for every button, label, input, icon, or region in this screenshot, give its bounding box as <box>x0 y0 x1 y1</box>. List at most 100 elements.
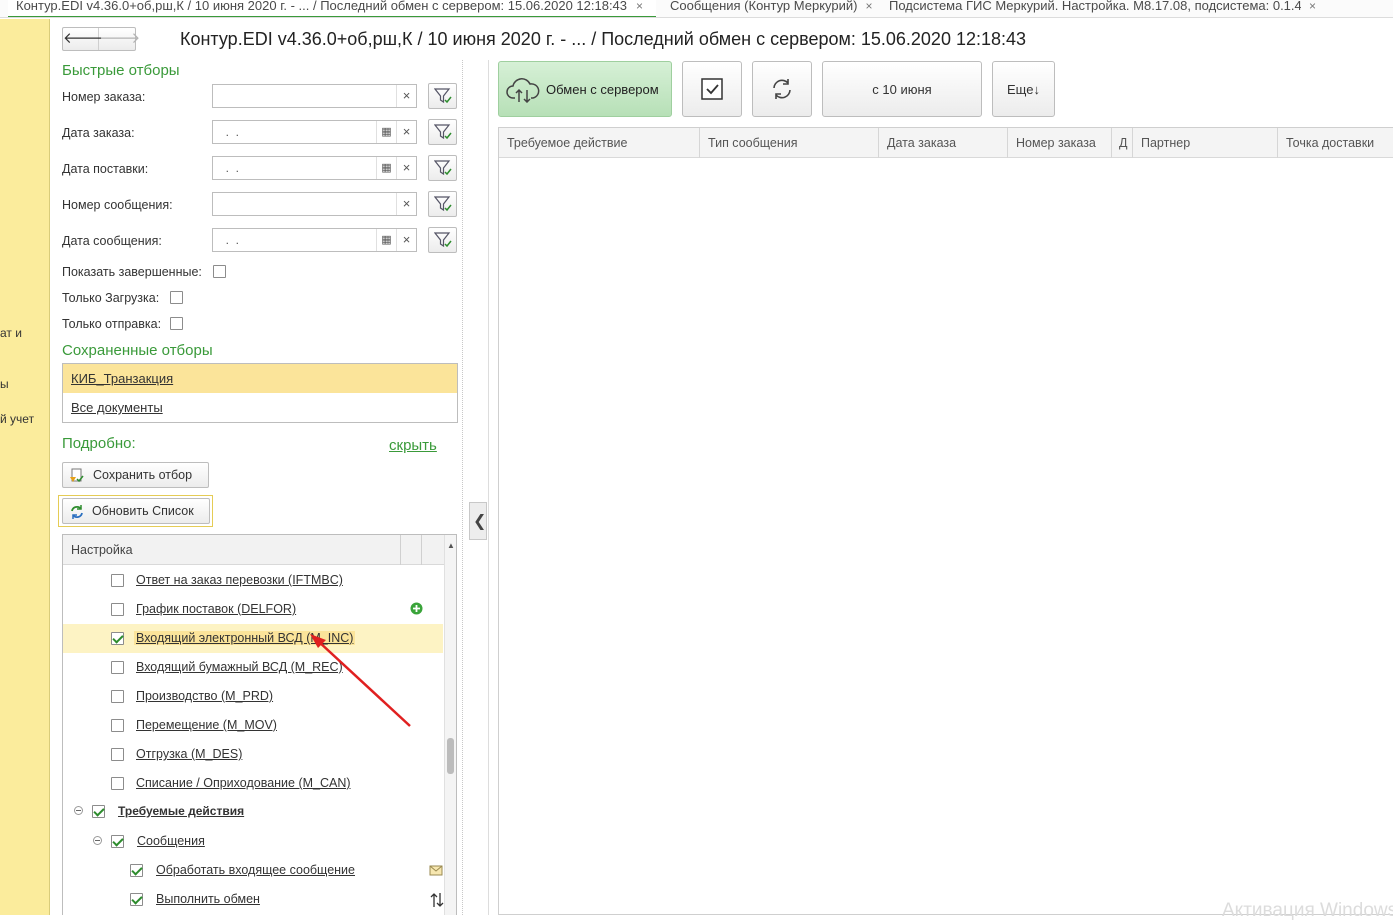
tree-row-checkbox[interactable] <box>111 719 124 732</box>
tree-row-m-mov[interactable]: Перемещение (M_MOV) <box>63 711 443 740</box>
tree-row-checkbox[interactable] <box>111 835 124 848</box>
clear-icon[interactable]: × <box>396 157 416 179</box>
clear-icon[interactable]: × <box>396 229 416 251</box>
tree-row-required-actions[interactable]: Требуемые действия <box>63 797 443 826</box>
scroll-up-icon[interactable]: ▲ <box>447 541 455 550</box>
back-arrow-icon[interactable]: 🡐 <box>63 28 103 50</box>
tree-row-checkbox[interactable] <box>92 805 105 818</box>
tab-gis-mercury[interactable]: Подсистема ГИС Меркурий. Настройка. М8.1… <box>881 0 1326 17</box>
tree-row-checkbox[interactable] <box>130 893 143 906</box>
add-icon[interactable] <box>410 602 423 615</box>
message-date-input[interactable] <box>213 229 376 251</box>
column-header-order-number[interactable]: Номер заказа <box>1008 128 1112 158</box>
saved-filter-item[interactable]: Все документы <box>63 393 457 422</box>
filter-icon <box>434 232 452 248</box>
tree-row-checkbox[interactable] <box>130 864 143 877</box>
calendar-icon[interactable]: ▦ <box>376 229 396 251</box>
order-number-filter-button[interactable] <box>428 83 457 109</box>
message-date-label: Дата сообщения: <box>62 234 162 248</box>
tree-row-checkbox[interactable] <box>111 777 124 790</box>
sidebar-item[interactable]: ат и <box>0 326 22 340</box>
only-load-checkbox[interactable] <box>170 291 183 304</box>
column-header-order-date[interactable]: Дата заказа <box>879 128 1008 158</box>
tree-row-process-incoming[interactable]: Обработать входящее сообщение <box>63 856 443 885</box>
scroll-thumb[interactable] <box>447 738 454 774</box>
tree-row-m-can[interactable]: Списание / Оприходование (M_CAN) <box>63 769 443 798</box>
tree-row-label: Входящий бумажный ВСД (M_REC) <box>136 660 343 674</box>
order-date-field: ▦ × <box>212 120 417 144</box>
tree-row-iftmbc[interactable]: Ответ на заказ перевозки (IFTMBC) <box>63 566 443 595</box>
order-date-filter-button[interactable] <box>428 119 457 145</box>
tree-row-checkbox[interactable] <box>111 661 124 674</box>
collapse-icon[interactable] <box>93 836 102 845</box>
collapse-icon[interactable] <box>74 806 83 815</box>
column-header-delivery-point[interactable]: Точка доставки <box>1278 128 1393 158</box>
delivery-date-filter-button[interactable] <box>428 155 457 181</box>
collapse-panel-button[interactable]: ❮ <box>469 502 487 540</box>
filter-icon <box>434 88 452 104</box>
tab-messages[interactable]: Сообщения (Контур Меркурий) × <box>662 0 876 17</box>
mark-done-button[interactable] <box>682 61 742 117</box>
column-header-d[interactable]: Д <box>1112 128 1133 158</box>
close-icon[interactable]: × <box>1309 0 1316 16</box>
calendar-icon[interactable]: ▦ <box>376 121 396 143</box>
clear-icon[interactable]: × <box>396 193 416 215</box>
order-date-input[interactable] <box>213 121 376 143</box>
tree-row-m-inc[interactable]: Входящий электронный ВСД (M_INC) <box>63 624 443 653</box>
message-number-field: × <box>212 192 417 216</box>
checkbox-icon <box>701 78 723 100</box>
sidebar-item[interactable]: ы <box>0 377 9 391</box>
clear-icon[interactable]: × <box>396 121 416 143</box>
tree-row-delfor[interactable]: График поставок (DELFOR) <box>63 595 443 624</box>
message-number-input[interactable] <box>213 193 396 215</box>
tab-bar: Контур.EDI v4.36.0+об,рш,К / 10 июня 202… <box>0 0 1393 18</box>
saved-filters-list: КИБ_Транзакция Все документы <box>62 363 458 423</box>
tree-row-do-exchange[interactable]: Выполнить обмен <box>63 885 444 914</box>
right-pane-border <box>488 60 489 915</box>
sidebar-item[interactable]: й учет <box>0 412 34 426</box>
save-filter-button[interactable]: Сохранить отбор <box>62 462 209 488</box>
tree-row-label: Выполнить обмен <box>156 892 260 906</box>
tree-row-checkbox[interactable] <box>111 574 124 587</box>
windows-activation-watermark: Активация Windows <box>1222 900 1393 921</box>
message-date-filter-button[interactable] <box>428 227 457 253</box>
save-filter-icon <box>70 468 84 483</box>
panel-splitter[interactable] <box>462 60 463 915</box>
refresh-button[interactable] <box>752 61 812 117</box>
tree-row-checkbox[interactable] <box>111 690 124 703</box>
only-send-checkbox[interactable] <box>170 317 183 330</box>
order-number-input[interactable] <box>213 85 396 107</box>
tree-row-m-des[interactable]: Отгрузка (M_DES) <box>63 740 443 769</box>
message-number-filter-button[interactable] <box>428 191 457 217</box>
tab-kontur-edi[interactable]: Контур.EDI v4.36.0+об,рш,К / 10 июня 202… <box>8 0 656 17</box>
column-header-partner[interactable]: Партнер <box>1133 128 1278 158</box>
more-label: Еще↓ <box>1007 82 1040 97</box>
tree-row-label: Производство (M_PRD) <box>136 689 274 703</box>
tab-label: Контур.EDI v4.36.0+об,рш,К / 10 июня 202… <box>16 0 628 13</box>
tree-row-checkbox[interactable] <box>111 748 124 761</box>
tree-row-label: Отгрузка (M_DES) <box>136 747 243 761</box>
tree-row-m-prd[interactable]: Производство (M_PRD) <box>63 682 443 711</box>
tree-row-m-rec[interactable]: Входящий бумажный ВСД (M_REC) <box>63 653 443 682</box>
exchange-with-server-button[interactable]: Обмен с сервером <box>498 61 672 117</box>
period-button[interactable]: с 10 июня <box>822 61 982 117</box>
saved-filter-item[interactable]: КИБ_Транзакция <box>63 364 457 393</box>
message-number-label: Номер сообщения: <box>62 198 173 212</box>
more-button[interactable]: Еще↓ <box>992 61 1055 117</box>
close-icon[interactable]: × <box>865 0 872 16</box>
column-header-required-action[interactable]: Требуемое действие <box>499 128 700 158</box>
delivery-date-label: Дата поставки: <box>62 162 149 176</box>
column-header-message-type[interactable]: Тип сообщения <box>700 128 879 158</box>
close-icon[interactable]: × <box>636 0 643 16</box>
delivery-date-input[interactable] <box>213 157 376 179</box>
clear-icon[interactable]: × <box>396 85 416 107</box>
tree-row-messages[interactable]: Сообщения <box>63 827 443 856</box>
tree-row-checkbox[interactable] <box>111 603 124 616</box>
show-completed-checkbox[interactable] <box>213 265 226 278</box>
calendar-icon[interactable]: ▦ <box>376 157 396 179</box>
forward-arrow-icon[interactable]: 🡒 <box>100 28 140 50</box>
hide-details-link[interactable]: скрыть <box>389 437 437 454</box>
tree-row-checkbox[interactable] <box>111 632 124 645</box>
refresh-list-button[interactable]: Обновить Список <box>62 498 210 524</box>
tree-scrollbar[interactable]: ▲ <box>444 535 456 915</box>
